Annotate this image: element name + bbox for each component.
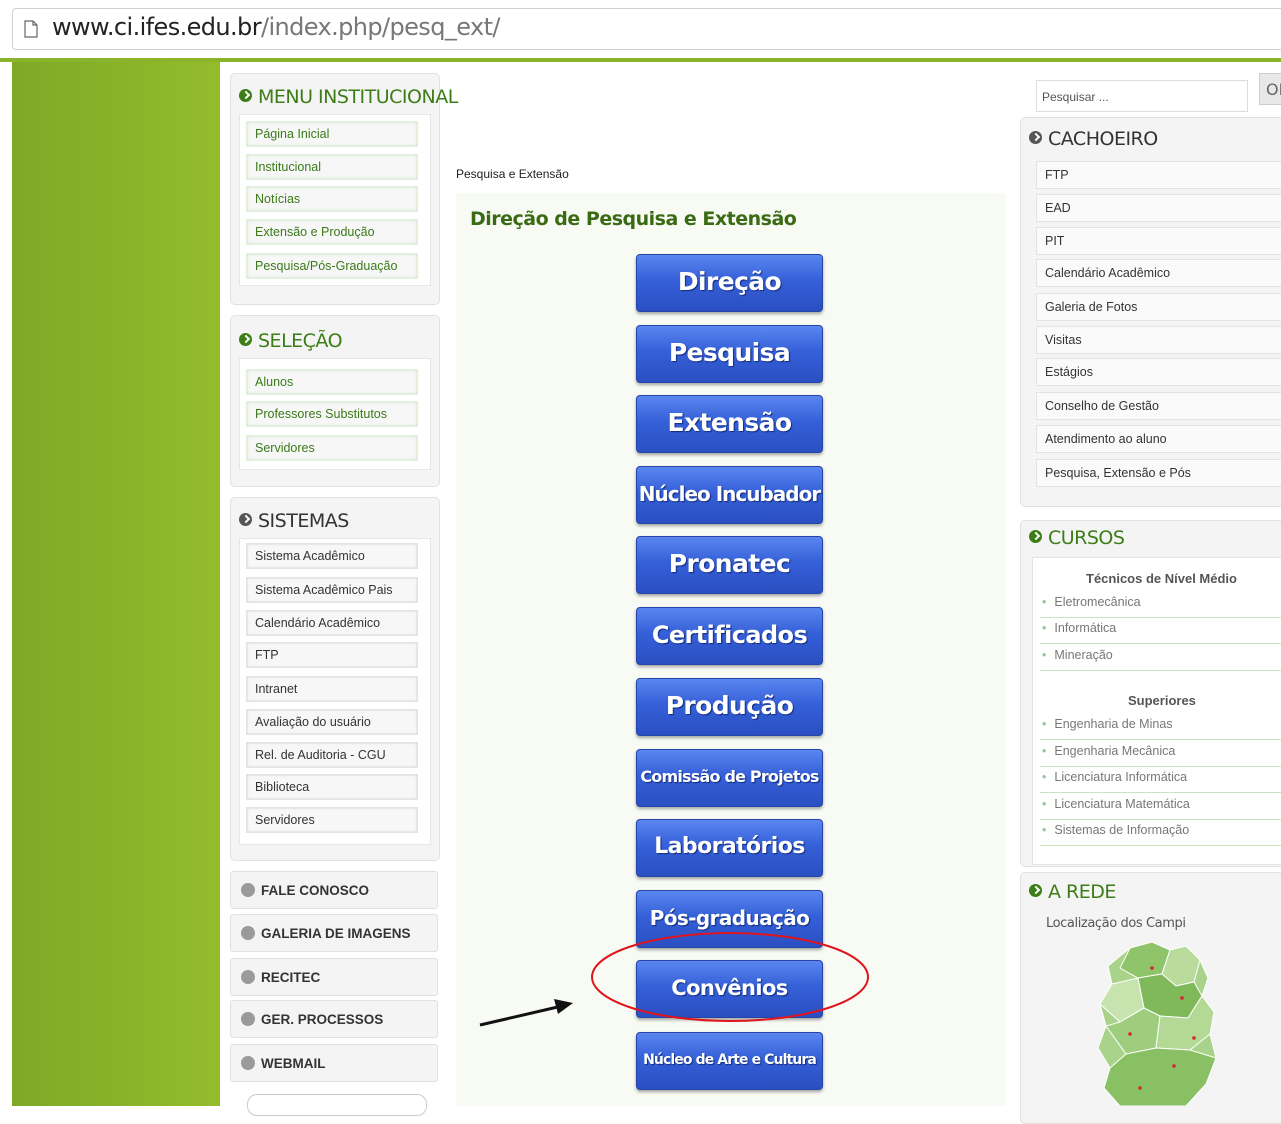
tecnicos-title: Técnicos de Nível Médio: [1086, 571, 1237, 586]
button-producao[interactable]: Produção: [636, 678, 823, 736]
arrow-circle-icon: [239, 513, 252, 526]
annotation-overlay: [479, 932, 869, 1027]
arrow-circle-icon: [1029, 131, 1042, 144]
page-icon: [24, 20, 38, 38]
button-nucleo-arte-cultura[interactable]: Núcleo de Arte e Cultura: [636, 1032, 823, 1090]
cursos-title: CURSOS: [1029, 527, 1125, 549]
cachoeiro-item-pit[interactable]: PIT: [1036, 227, 1281, 255]
search-input[interactable]: Pesquisar ...: [1036, 80, 1248, 112]
button-certificados[interactable]: Certificados: [636, 607, 823, 665]
quick-link-fale-conosco[interactable]: FALE CONOSCO: [230, 871, 438, 909]
rede-subtitle: Localização dos Campi: [1046, 916, 1186, 931]
annotation-arrow-head: [554, 999, 573, 1014]
selecao-title: SELEÇÃO: [239, 330, 343, 352]
sistemas-item-auditoria[interactable]: Rel. de Auditoria - CGU: [246, 742, 418, 768]
curso-eletromecanica[interactable]: Eletromecânica: [1040, 595, 1281, 618]
menu-item-noticias[interactable]: Notícias: [246, 186, 418, 212]
sistemas-item-academico[interactable]: Sistema Acadêmico: [246, 543, 418, 569]
annotation-red-circle: [591, 932, 869, 1022]
selecao-box: SELEÇÃO Alunos Professores Substitutos S…: [230, 315, 440, 487]
arrow-circle-icon: [239, 89, 252, 102]
sistemas-item-avaliacao[interactable]: Avaliação do usuário: [246, 709, 418, 735]
selecao-item-servidores[interactable]: Servidores: [246, 435, 418, 461]
cachoeiro-title: CACHOEIRO: [1029, 128, 1158, 150]
curso-sistemas-info[interactable]: Sistemas de Informação: [1040, 823, 1281, 846]
menu-institucional-title: MENU INSTITUCIONAL: [239, 86, 458, 108]
menu-item-pesquisa-pos[interactable]: Pesquisa/Pós-Graduação: [246, 253, 418, 279]
curso-lic-informatica[interactable]: Licenciatura Informática: [1040, 770, 1281, 793]
superiores-title: Superiores: [1128, 693, 1196, 708]
arrow-circle-icon: [241, 926, 255, 940]
menu-item-extensao-producao[interactable]: Extensão e Produção: [246, 219, 418, 245]
button-extensao[interactable]: Extensão: [636, 395, 823, 453]
annotation-arrow-line: [479, 1004, 563, 1027]
button-pesquisa[interactable]: Pesquisa: [636, 325, 823, 383]
button-laboratorios[interactable]: Laboratórios: [636, 819, 823, 877]
cachoeiro-item-ftp[interactable]: FTP: [1036, 161, 1281, 189]
campi-map[interactable]: [1090, 938, 1220, 1106]
sistemas-item-academico-pais[interactable]: Sistema Acadêmico Pais: [246, 577, 418, 603]
curso-mineracao[interactable]: Mineração: [1040, 648, 1281, 671]
menu-institucional-box: MENU INSTITUCIONAL Página Inicial Instit…: [230, 73, 458, 305]
url-path: /index.php/pesq_ext/: [260, 13, 501, 41]
menu-item-pagina-inicial[interactable]: Página Inicial: [246, 121, 418, 147]
arrow-circle-icon: [239, 333, 252, 346]
selecao-item-professores[interactable]: Professores Substitutos: [246, 401, 418, 427]
button-pronatec[interactable]: Pronatec: [636, 536, 823, 594]
selecao-item-alunos[interactable]: Alunos: [246, 369, 418, 395]
rede-title: A REDE: [1029, 881, 1116, 903]
sistemas-item-calendario[interactable]: Calendário Acadêmico: [246, 610, 418, 636]
partial-element: [247, 1094, 427, 1116]
cachoeiro-item-estagios[interactable]: Estágios: [1036, 358, 1281, 386]
curso-eng-mecanica[interactable]: Engenharia Mecânica: [1040, 744, 1281, 767]
cachoeiro-item-visitas[interactable]: Visitas: [1036, 326, 1281, 354]
sistemas-item-servidores[interactable]: Servidores: [246, 807, 418, 833]
quick-link-ger-processos[interactable]: GER. PROCESSOS: [230, 1000, 438, 1038]
selecao-list: Alunos Professores Substitutos Servidore…: [239, 358, 431, 470]
url-host: www.ci.ifes.edu.br: [52, 13, 262, 41]
cachoeiro-item-ead[interactable]: EAD: [1036, 194, 1281, 222]
button-comissao-projetos[interactable]: Comissão de Projetos: [636, 749, 823, 807]
cachoeiro-item-atendimento[interactable]: Atendimento ao aluno: [1036, 425, 1281, 453]
breadcrumb[interactable]: Pesquisa e Extensão: [456, 167, 569, 181]
button-direcao[interactable]: Direção: [636, 254, 823, 312]
quick-link-galeria[interactable]: GALERIA DE IMAGENS: [230, 914, 438, 952]
browser-url-bar: www.ci.ifes.edu.br/index.php/pesq_ext/: [0, 0, 1281, 58]
button-nucleo-incubador[interactable]: Núcleo Incubador: [636, 466, 823, 524]
curso-eng-minas[interactable]: Engenharia de Minas: [1040, 717, 1281, 740]
search-ok-button[interactable]: OK: [1259, 73, 1281, 105]
menu-list: Página Inicial Institucional Notícias Ex…: [239, 114, 431, 286]
sistemas-box: SISTEMAS Sistema Acadêmico Sistema Acadê…: [230, 497, 440, 861]
sistemas-item-ftp[interactable]: FTP: [246, 642, 418, 668]
sistemas-list: Sistema Acadêmico Sistema Acadêmico Pais…: [239, 538, 431, 845]
quick-link-recitec[interactable]: RECITEC: [230, 958, 438, 996]
cachoeiro-item-pesquisa[interactable]: Pesquisa, Extensão e Pós: [1036, 459, 1281, 487]
curso-lic-matematica[interactable]: Licenciatura Matemática: [1040, 797, 1281, 820]
arrow-circle-icon: [1029, 530, 1042, 543]
left-green-bar: [12, 62, 220, 1106]
quick-link-webmail[interactable]: WEBMAIL: [230, 1044, 438, 1082]
arrow-circle-icon: [241, 883, 255, 897]
url-text[interactable]: www.ci.ifes.edu.br/index.php/pesq_ext/: [52, 13, 501, 41]
menu-item-institucional[interactable]: Institucional: [246, 154, 418, 180]
arrow-circle-icon: [241, 970, 255, 984]
arrow-circle-icon: [1029, 884, 1042, 897]
cachoeiro-item-galeria[interactable]: Galeria de Fotos: [1036, 293, 1281, 321]
arrow-circle-icon: [241, 1056, 255, 1070]
sistemas-item-biblioteca[interactable]: Biblioteca: [246, 774, 418, 800]
sistemas-title: SISTEMAS: [239, 510, 349, 532]
sistemas-item-intranet[interactable]: Intranet: [246, 676, 418, 702]
curso-informatica[interactable]: Informática: [1040, 621, 1281, 644]
cachoeiro-item-conselho[interactable]: Conselho de Gestão: [1036, 392, 1281, 420]
cachoeiro-item-calendario[interactable]: Calendário Acadêmico: [1036, 259, 1281, 287]
page-title: Direção de Pesquisa e Extensão: [470, 208, 797, 230]
arrow-circle-icon: [241, 1012, 255, 1026]
